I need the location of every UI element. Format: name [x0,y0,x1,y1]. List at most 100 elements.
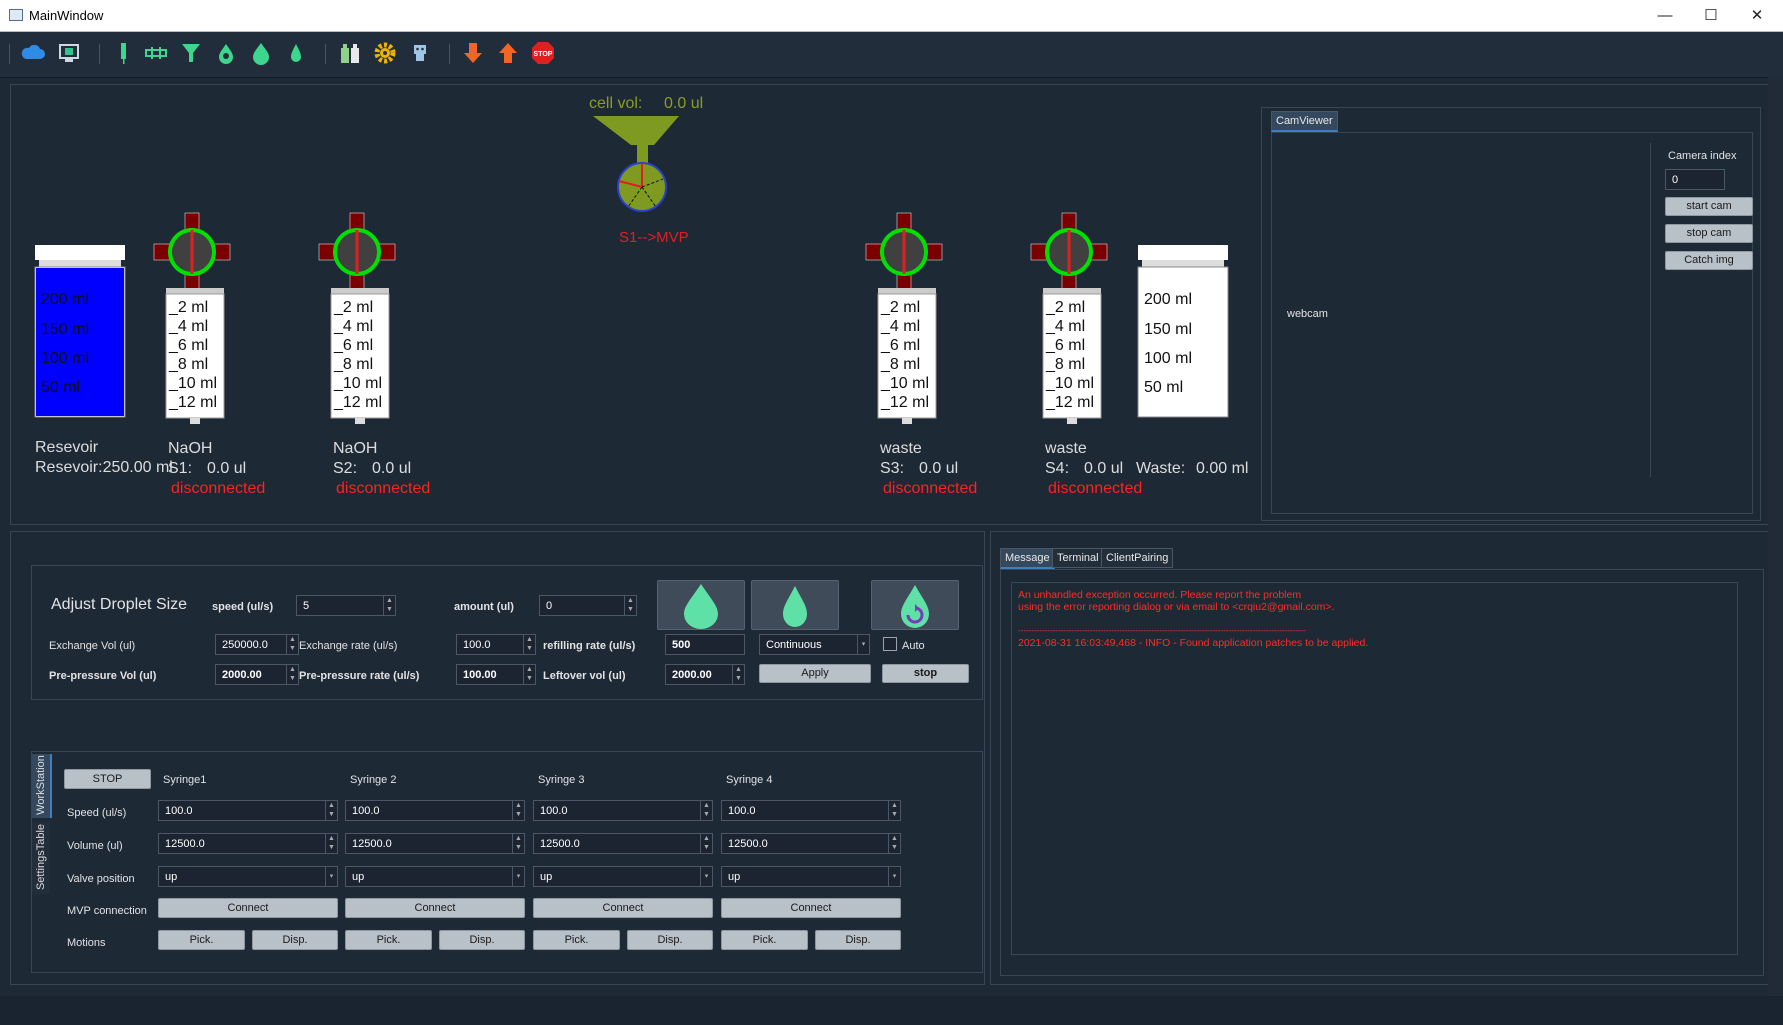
funnel-icon[interactable] [178,40,204,66]
valve-select-syringe-4[interactable]: up ▾ [721,866,901,887]
disp-button-syringe-4[interactable]: Disp. [815,930,901,950]
valve-row-label: Valve position [67,873,135,885]
drop-refresh-button[interactable] [871,580,959,630]
tab-camviewer[interactable]: CamViewer [1271,111,1338,132]
pick-button-syringe-2[interactable]: Pick. [345,930,432,950]
disp-button-syringe-3[interactable]: Disp. [627,930,713,950]
exchange-vol-input[interactable]: 250000.0 ▲ ▼ [215,634,299,655]
exchange-rate-label: Exchange rate (ul/s) [299,640,398,652]
syringe-tick: _8 ml [333,356,373,373]
arrow-down-icon[interactable] [460,40,486,66]
pre-pressure-rate-input[interactable]: 100.00 ▲ ▼ [456,664,536,685]
valve-select-syringe-1[interactable]: up ▾ [158,866,338,887]
refilling-rate-input[interactable]: 500 [665,634,745,655]
speed-input-syringe-2[interactable]: 100.0 ▲ ▼ [345,800,525,821]
valve-select-syringe-2[interactable]: up ▾ [345,866,525,887]
speed-input-syringe-1[interactable]: 100.0 ▲ ▼ [158,800,338,821]
speed-input-syringe-3[interactable]: 100.0 ▲ ▼ [533,800,713,821]
pre-pressure-vol-input[interactable]: 2000.00 ▲ ▼ [215,664,299,685]
column-header-syringe-3: Syringe 3 [538,774,585,786]
amount-input[interactable]: 0 ▲ ▼ [539,595,637,616]
reservoir-tick: 50 ml [41,379,80,396]
right-scroll-area[interactable] [1768,77,1783,996]
stop-cam-button[interactable]: stop cam [1665,224,1753,243]
disp-button-syringe-1[interactable]: Disp. [252,930,338,950]
pick-button-syringe-3[interactable]: Pick. [533,930,620,950]
mvp-valve[interactable] [617,162,667,212]
camera-index-input[interactable]: 0 [1665,169,1725,190]
connect-button-syringe-2[interactable]: Connect [345,898,525,918]
catch-img-button[interactable]: Catch img [1665,251,1753,270]
syringe-id: S4: [1045,460,1069,477]
robot-icon[interactable] [407,40,433,66]
mode-select[interactable]: Continuous ▾ [759,634,870,655]
speed-input[interactable]: 5 ▲ ▼ [296,595,396,616]
stop-icon[interactable]: STOP [530,40,556,66]
volume-row-label: Volume (ul) [67,840,123,852]
syringe-1[interactable]: _2 ml _4 ml _6 ml _8 ml _10 ml _12 ml NaOH S1: 0… [153,212,265,497]
message-panel: Message Terminal ClientPairing An unhand… [990,531,1775,985]
drop-small-icon[interactable] [213,40,239,66]
gear-icon[interactable] [372,40,398,66]
tab-workstation[interactable]: WorkStation [32,754,52,818]
syringe-id: S3: [880,460,904,477]
connect-button-syringe-1[interactable]: Connect [158,898,338,918]
message-log[interactable]: An unhandled exception occurred. Please … [1011,582,1738,955]
column-header-syringe-2: Syringe 2 [350,774,397,786]
drop-small-button[interactable] [751,580,839,630]
close-button[interactable]: ✕ [1734,0,1780,31]
reservoir-tick: 200 ml [41,291,89,308]
syringe-icon[interactable] [110,40,136,66]
connect-button-syringe-4[interactable]: Connect [721,898,901,918]
start-cam-button[interactable]: start cam [1665,197,1753,216]
maximize-button[interactable]: ☐ [1688,0,1734,31]
control-panel: Adjust Droplet Size speed (ul/s) 5 ▲ ▼ amo… [10,531,985,985]
cell-vol-label: cell vol: [589,95,642,112]
bottles-icon[interactable] [337,40,363,66]
disp-button-syringe-2[interactable]: Disp. [439,930,525,950]
pre-pressure-vol-label: Pre-pressure Vol (ul) [49,670,157,682]
pick-button-syringe-4[interactable]: Pick. [721,930,808,950]
app-icon [9,9,23,21]
arrow-up-icon[interactable] [495,40,521,66]
cloud-icon[interactable] [20,40,46,66]
exchange-vol-label: Exchange Vol (ul) [49,640,136,652]
valve-select-syringe-3[interactable]: up ▾ [533,866,713,887]
drop-thin-icon[interactable] [283,40,309,66]
tab-settingstable[interactable]: SettingsTable [32,822,50,894]
exchange-rate-input[interactable]: 100.0 ▲ ▼ [456,634,536,655]
droplet-stop-button[interactable]: stop [882,664,969,683]
auto-checkbox[interactable] [883,637,897,651]
drop-refresh-icon [901,585,929,628]
volume-input-syringe-3[interactable]: 12500.0 ▲ ▼ [533,833,713,854]
tab-message[interactable]: Message [1000,548,1055,569]
pump-icon[interactable] [143,40,169,66]
syringe-volume: 0.0 ul [372,460,411,477]
pick-button-syringe-1[interactable]: Pick. [158,930,245,950]
leftover-vol-input[interactable]: 2000.00 ▲ ▼ [665,664,745,685]
tab-terminal[interactable]: Terminal [1052,548,1104,568]
volume-input-syringe-1[interactable]: 12500.0 ▲ ▼ [158,833,338,854]
workstation-stop-button[interactable]: STOP [64,769,151,789]
syringe-tick: _6 ml [1045,337,1085,354]
volume-input-syringe-2[interactable]: 12500.0 ▲ ▼ [345,833,525,854]
monitor-icon[interactable] [56,40,82,66]
syringe-tick: _4 ml [880,318,920,335]
drop-large-icon[interactable] [248,40,274,66]
syringe-3[interactable]: _2 ml _4 ml _6 ml _8 ml _10 ml _12 ml waste S3:… [865,212,977,497]
syringe-volume: 0.0 ul [1084,460,1123,477]
reservoir-value: Resevoir:250.00 ml [35,459,173,476]
drop-small-icon [783,586,807,627]
syringe-4[interactable]: _2 ml _4 ml _6 ml _8 ml _10 ml _12 ml waste S4:… [1030,212,1142,497]
apply-button[interactable]: Apply [759,664,871,683]
syringe-2[interactable]: _2 ml _4 ml _6 ml _8 ml _10 ml _12 ml NaOH S2: 0… [318,212,430,497]
volume-input-syringe-4[interactable]: 12500.0 ▲ ▼ [721,833,901,854]
drop-big-button[interactable] [657,580,745,630]
connect-button-syringe-3[interactable]: Connect [533,898,713,918]
waste-label: Waste: [1136,460,1185,477]
syringe-tick: _4 ml [168,318,208,335]
speed-input-syringe-4[interactable]: 100.0 ▲ ▼ [721,800,901,821]
tab-clientpairing[interactable]: ClientPairing [1101,548,1174,568]
minimize-button[interactable]: — [1642,0,1688,31]
route-label: S1-->MVP [619,229,689,246]
